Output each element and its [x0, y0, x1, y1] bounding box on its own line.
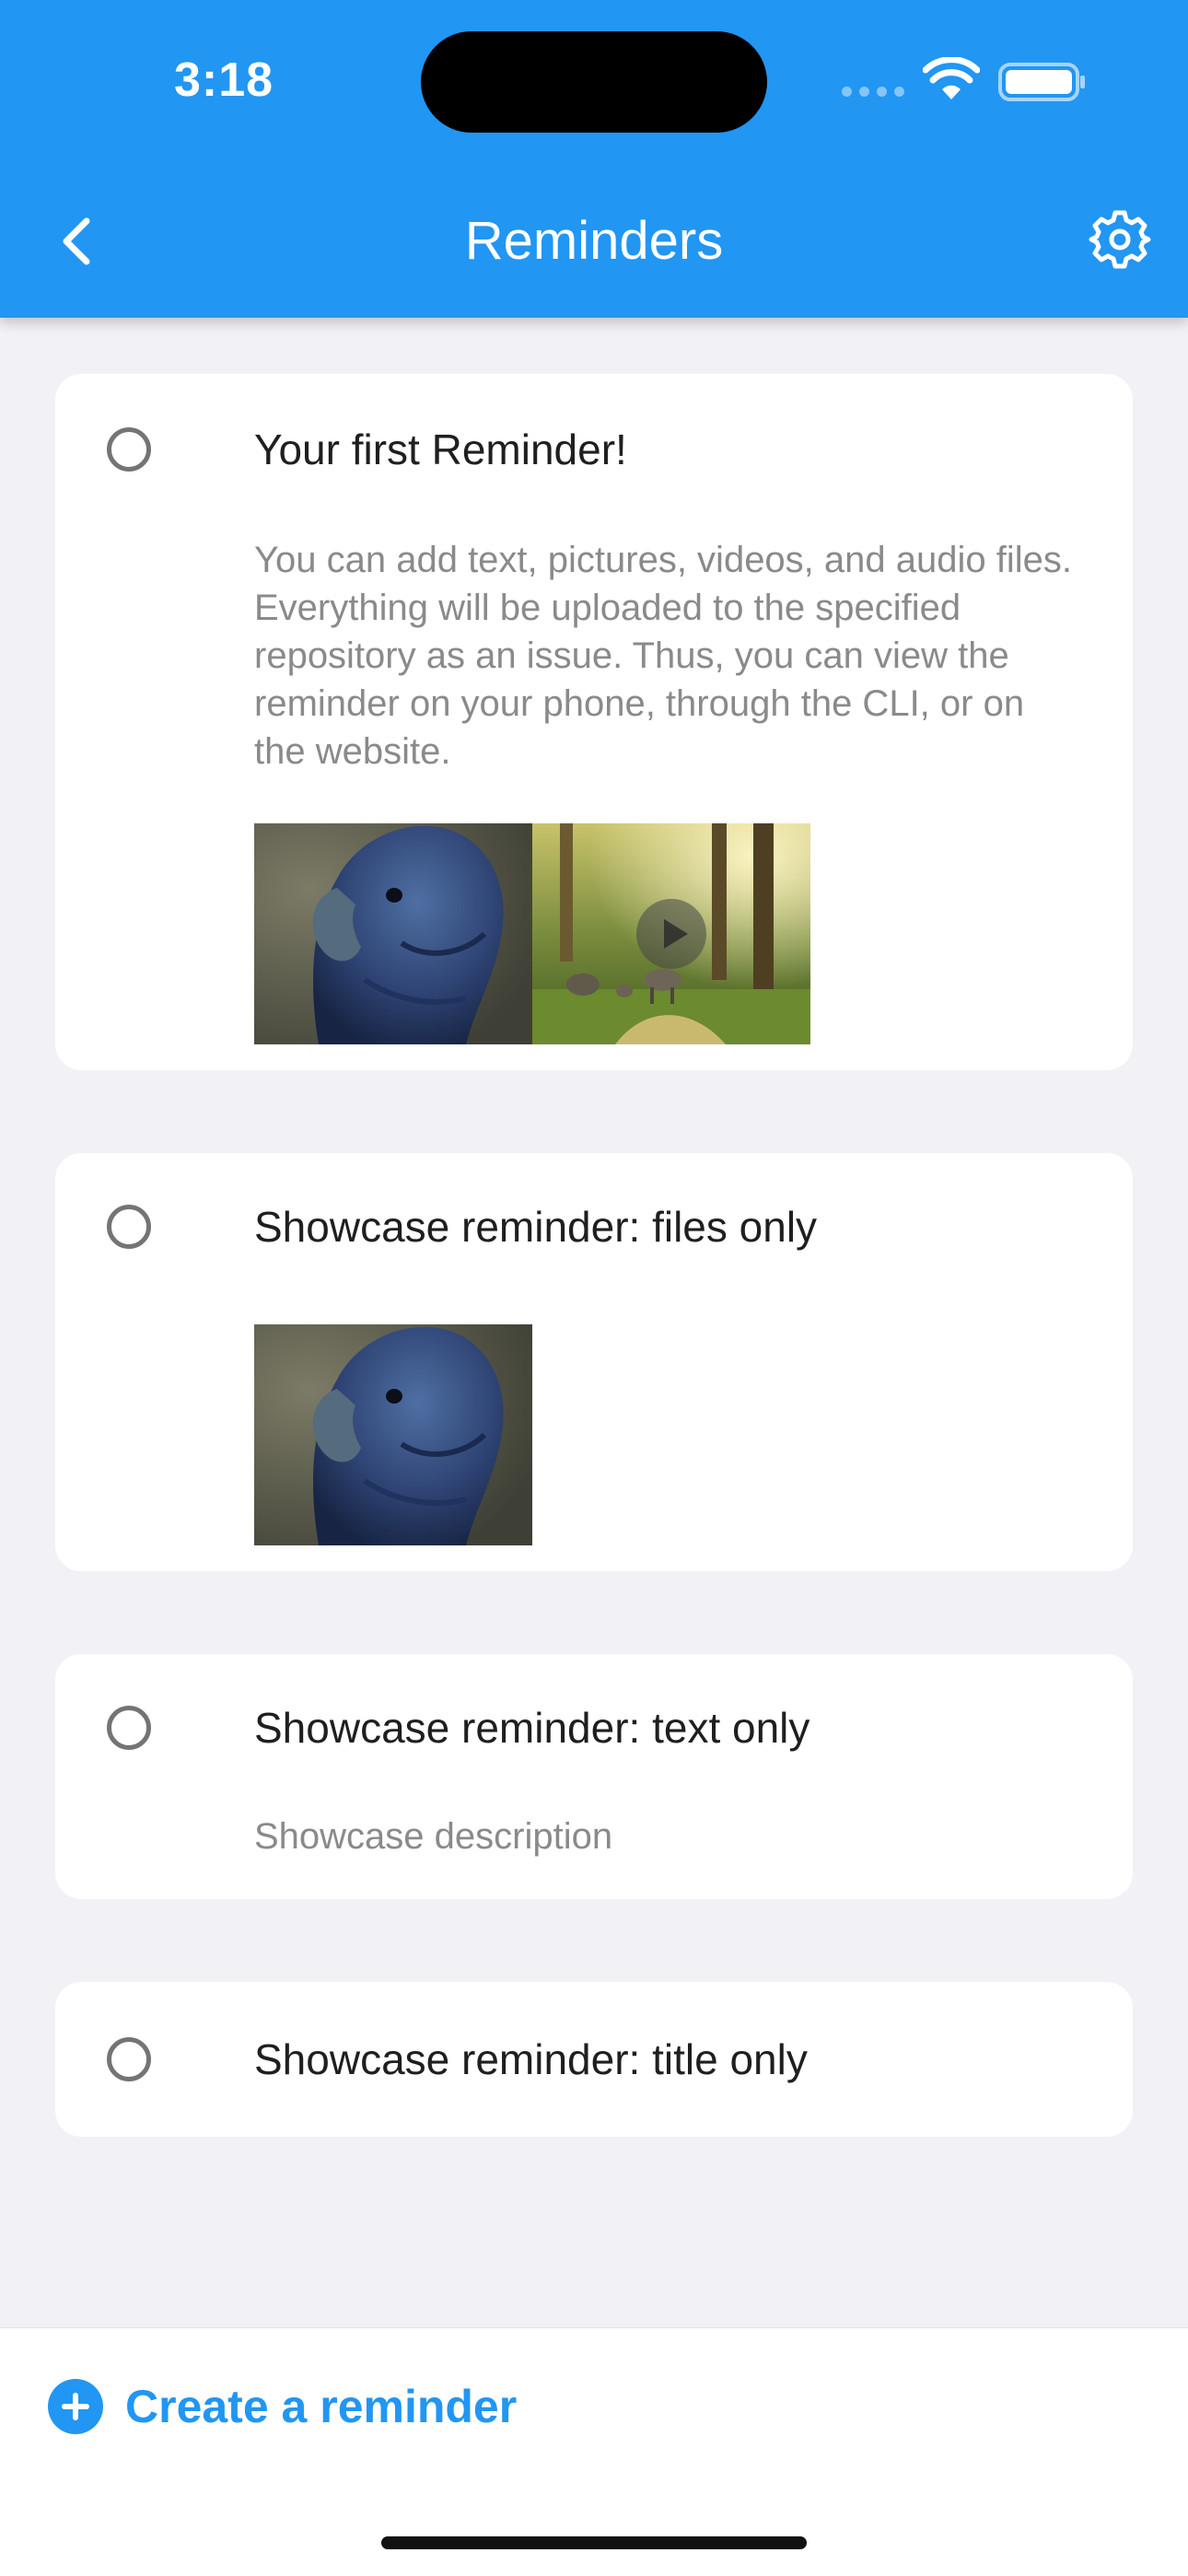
battery-icon — [998, 63, 1085, 101]
app-bar: 3:18 Reminders — [0, 0, 1188, 318]
play-icon[interactable] — [636, 899, 706, 969]
complete-checkbox[interactable] — [107, 1706, 151, 1750]
complete-checkbox[interactable] — [107, 2037, 151, 2081]
reminder-title: Showcase reminder: text only — [254, 1704, 810, 1752]
complete-checkbox[interactable] — [107, 427, 151, 472]
reminder-card[interactable]: Showcase reminder: title only — [55, 1982, 1133, 2137]
page-title: Reminders — [464, 211, 724, 271]
gear-icon[interactable] — [1087, 206, 1153, 273]
status-time: 3:18 — [173, 53, 274, 107]
create-reminder-button[interactable]: Create a reminder — [48, 2374, 517, 2439]
create-reminder-label: Create a reminder — [125, 2381, 518, 2432]
plus-circle-icon[interactable] — [48, 2379, 103, 2434]
back-button[interactable] — [52, 208, 103, 274]
reminder-title: Your first Reminder! — [254, 425, 627, 473]
reminder-title: Showcase reminder: files only — [254, 1203, 818, 1251]
image-attachment[interactable] — [254, 1324, 532, 1545]
dynamic-island — [421, 31, 767, 133]
reminder-title: Showcase reminder: title only — [254, 2035, 808, 2083]
wifi-icon — [923, 57, 980, 99]
image-attachment[interactable] — [254, 823, 532, 1044]
reminder-card[interactable]: Your first Reminder! You can add text, p… — [55, 374, 1133, 1070]
reminder-description: Showcase description — [254, 1816, 613, 1857]
reminder-card[interactable]: Showcase reminder: text only Showcase de… — [55, 1654, 1133, 1899]
complete-checkbox[interactable] — [107, 1205, 151, 1249]
reminder-card[interactable]: Showcase reminder: files only — [55, 1153, 1133, 1571]
home-indicator — [381, 2536, 807, 2549]
cellular-signal-icon — [842, 87, 906, 98]
reminder-description: You can add text, pictures, videos, and … — [254, 540, 1072, 772]
video-attachment[interactable] — [532, 823, 810, 1044]
